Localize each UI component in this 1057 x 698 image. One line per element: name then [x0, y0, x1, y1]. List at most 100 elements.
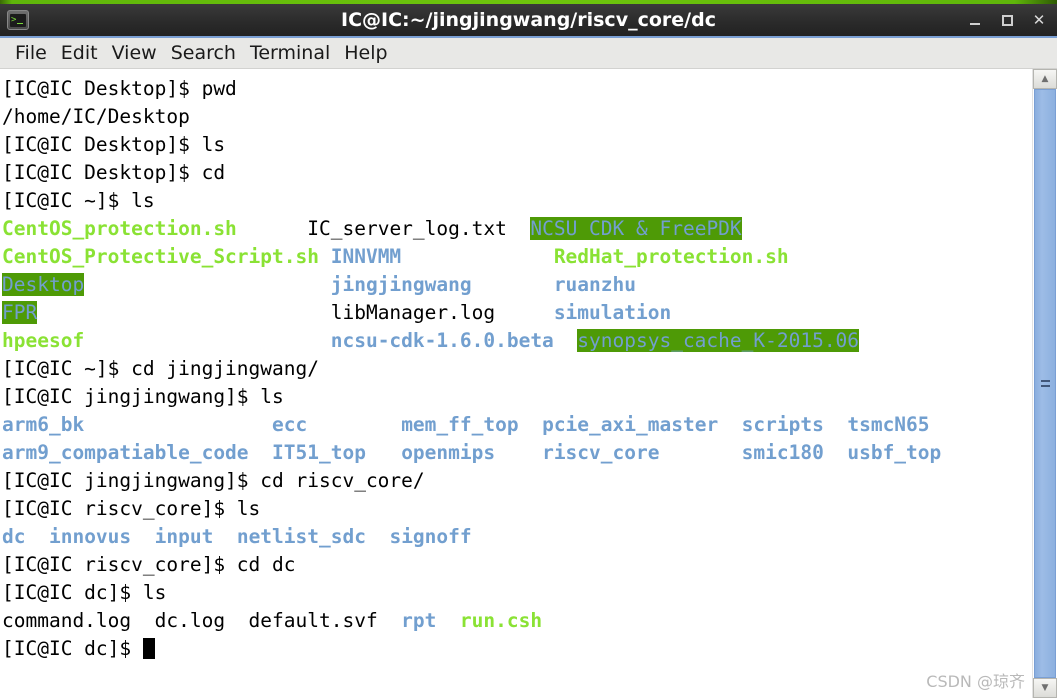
terminal-cursor	[142, 638, 155, 659]
terminal-line: Desktop jingjingwang ruanzhu	[2, 271, 1032, 299]
terminal-text: riscv_core	[542, 441, 660, 464]
terminal-text: run.csh	[459, 609, 543, 632]
scroll-up-button[interactable]: ▲	[1033, 69, 1057, 89]
terminal-line: hpeesof ncsu-cdk-1.6.0.beta synopsys_cac…	[2, 327, 1032, 355]
terminal-line: [IC@IC Desktop]$ pwd	[2, 75, 1032, 103]
menu-item-view[interactable]: View	[105, 39, 164, 68]
terminal-text: tsmcN65	[847, 413, 930, 436]
menu-item-edit[interactable]: Edit	[54, 39, 105, 68]
terminal-text: [IC@IC dc]$	[2, 637, 143, 660]
menu-bar: File Edit View Search Terminal Help	[0, 38, 1057, 69]
terminal-text: [IC@IC Desktop]$ ls	[2, 133, 226, 156]
terminal-text: rpt	[401, 609, 437, 632]
terminal-line: [IC@IC Desktop]$ cd	[2, 159, 1032, 187]
terminal-output[interactable]: [IC@IC Desktop]$ pwd/home/IC/Desktop [IC@…	[0, 69, 1032, 698]
terminal-text: ecc	[272, 413, 308, 436]
terminal-line: arm6_bk ecc mem_ff_top pcie_axi_master s…	[2, 411, 1032, 439]
terminal-line: [IC@IC jingjingwang]$ ls	[2, 383, 1032, 411]
terminal-text: [IC@IC jingjingwang]$ cd riscv_core/	[2, 469, 425, 492]
terminal-line: [IC@IC ~]$ ls	[2, 187, 1032, 215]
scrollbar-thumb[interactable]	[1034, 89, 1056, 678]
terminal-window: IC@IC:~/jingjingwang/riscv_core/dc ✕ Fil…	[0, 0, 1057, 698]
terminal-text: IC_server_log.txt	[307, 217, 507, 240]
vertical-scrollbar[interactable]: ▲ ▼	[1032, 69, 1057, 698]
window-title: IC@IC:~/jingjingwang/riscv_core/dc	[341, 9, 716, 31]
terminal-text: [IC@IC ~]$ cd jingjingwang/	[2, 357, 319, 380]
terminal-text: innovus	[48, 525, 132, 548]
terminal-icon[interactable]	[7, 10, 29, 30]
terminal-text: CentOS_protection.sh	[2, 217, 237, 240]
terminal-text: simulation	[553, 301, 672, 324]
terminal-text: scripts	[741, 413, 824, 436]
menu-item-help[interactable]: Help	[337, 39, 394, 68]
terminal-text: [IC@IC dc]$ ls	[2, 581, 167, 604]
terminal-text: [IC@IC ~]$ ls	[2, 189, 155, 212]
close-icon[interactable]: ✕	[1031, 12, 1047, 28]
terminal-text: /home/IC/Desktop	[2, 105, 190, 128]
menu-item-file[interactable]: File	[8, 39, 54, 68]
terminal-area: [IC@IC Desktop]$ pwd/home/IC/Desktop [IC@…	[0, 69, 1057, 698]
menu-item-search[interactable]: Search	[164, 39, 243, 68]
terminal-line: /home/IC/Desktop	[2, 103, 1032, 131]
terminal-text: synopsys_cache_K-2015.06	[577, 329, 860, 352]
scroll-down-button[interactable]: ▼	[1033, 678, 1057, 698]
terminal-text: usbf_top	[847, 441, 942, 464]
terminal-text: [IC@IC riscv_core]$ ls	[2, 497, 261, 520]
terminal-text: [IC@IC Desktop]$ cd	[2, 161, 226, 184]
terminal-text: CentOS_Protective_Script.sh	[2, 245, 319, 268]
terminal-text: NCSU CDK & FreePDK	[530, 217, 742, 240]
terminal-line: dc innovus input netlist_sdc signoff	[2, 523, 1032, 551]
minimize-icon[interactable]	[967, 12, 983, 28]
terminal-text: input	[154, 525, 214, 548]
title-bar[interactable]: IC@IC:~/jingjingwang/riscv_core/dc ✕	[0, 4, 1057, 38]
terminal-text: arm9_compatiable_code	[2, 441, 249, 464]
terminal-line: command.log dc.log default.svf rpt run.c…	[2, 607, 1032, 635]
terminal-text: RedHat_protection.sh	[553, 245, 789, 268]
terminal-text: INNVMM	[330, 245, 402, 268]
terminal-text: jingjingwang	[330, 273, 472, 296]
terminal-text: libManager.log	[330, 301, 496, 324]
terminal-text: [IC@IC jingjingwang]$ ls	[2, 385, 284, 408]
scrollbar-track[interactable]	[1033, 89, 1057, 678]
terminal-text: smic180	[741, 441, 824, 464]
terminal-text: ncsu-cdk-1.6.0.beta	[330, 329, 554, 352]
terminal-text: ruanzhu	[553, 273, 636, 296]
maximize-icon[interactable]	[999, 12, 1015, 28]
terminal-line: CentOS_protection.sh IC_server_log.txt N…	[2, 215, 1032, 243]
terminal-line: [IC@IC riscv_core]$ ls	[2, 495, 1032, 523]
menu-item-terminal[interactable]: Terminal	[243, 39, 337, 68]
terminal-text: mem_ff_top	[401, 413, 519, 436]
terminal-line: [IC@IC Desktop]$ ls	[2, 131, 1032, 159]
terminal-text: IT51_top	[272, 441, 366, 464]
window-controls: ✕	[967, 12, 1047, 28]
terminal-text: arm6_bk	[2, 413, 85, 436]
terminal-text: [IC@IC Desktop]$ pwd	[2, 77, 237, 100]
terminal-text: hpeesof	[2, 329, 85, 352]
terminal-text: netlist_sdc	[236, 525, 366, 548]
terminal-text: openmips	[401, 441, 496, 464]
terminal-line: FPR libManager.log simulation	[2, 299, 1032, 327]
terminal-text: signoff	[389, 525, 472, 548]
